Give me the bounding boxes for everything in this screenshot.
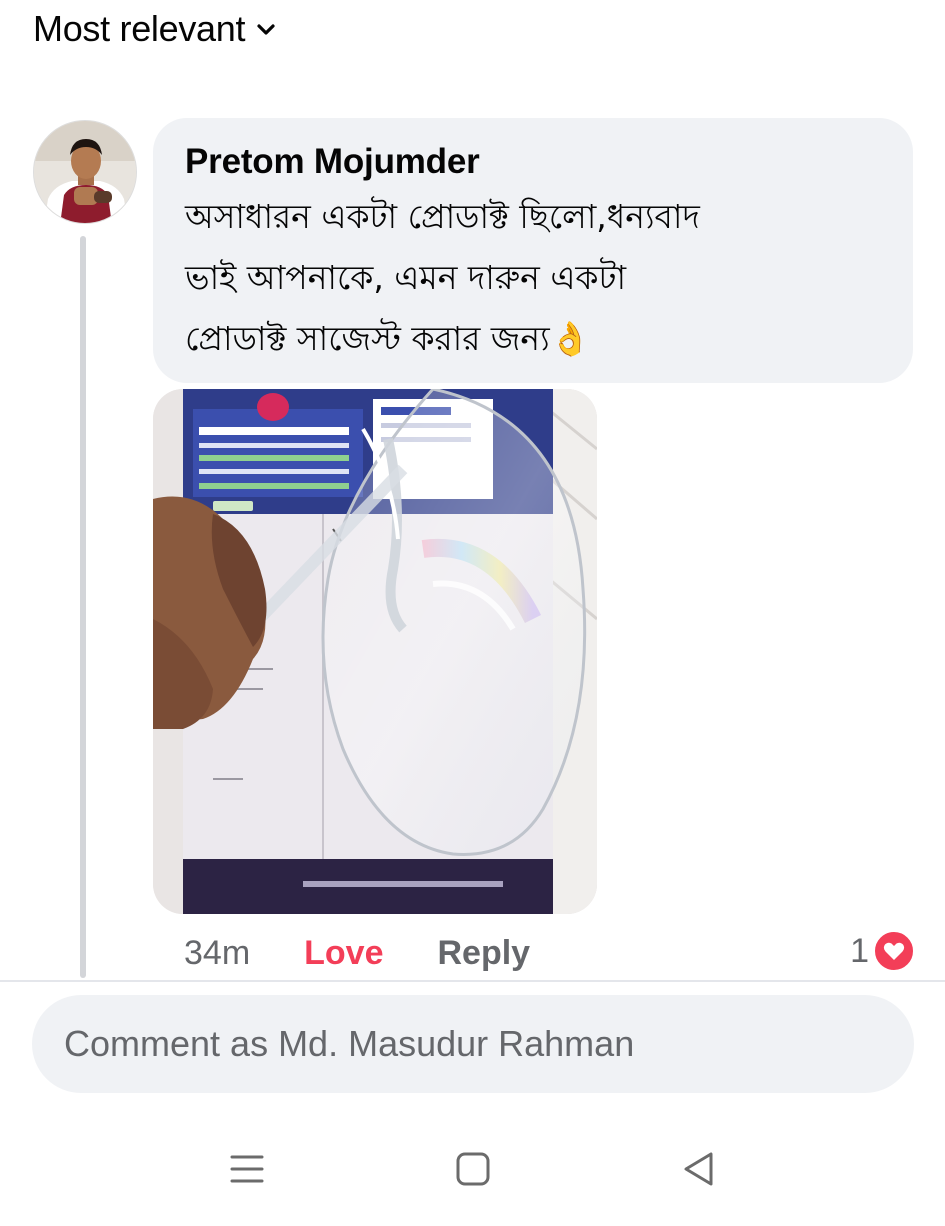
comment-timestamp[interactable]: 34m [184, 934, 250, 973]
comment-photo[interactable] [153, 389, 597, 914]
avatar[interactable] [33, 120, 137, 224]
avatar-photo [34, 121, 136, 223]
system-nav-bar [0, 1130, 945, 1206]
back-icon[interactable] [674, 1144, 724, 1194]
home-icon[interactable] [448, 1144, 498, 1194]
comment-input-placeholder: Comment as Md. Masudur Rahman [64, 1023, 635, 1064]
comment-text-line: অসাধারন একটা প্রোডাক্ট ছিলো,ধন্যবাদ [185, 197, 700, 236]
reply-button[interactable]: Reply [438, 934, 531, 973]
comment-bubble: Pretom Mojumder অসাধারন একটা প্রোডাক্ট ছ… [153, 118, 913, 383]
face-shield-photo [153, 389, 597, 914]
comment-actions: 34m Love Reply [184, 928, 530, 978]
comment-author[interactable]: Pretom Mojumder [185, 140, 883, 184]
divider [0, 980, 945, 982]
comment-text-line: প্রোডাক্ট সাজেস্ট করার জন্য👌 [185, 319, 591, 358]
love-button[interactable]: Love [304, 934, 383, 973]
heart-icon [873, 930, 915, 972]
comment-text: অসাধারন একটা প্রোডাক্ট ছিলো,ধন্যবাদ ভাই … [185, 186, 883, 369]
chevron-down-icon [257, 24, 275, 35]
recent-apps-icon[interactable] [222, 1144, 272, 1194]
comment-input[interactable]: Comment as Md. Masudur Rahman [32, 995, 914, 1093]
sort-dropdown[interactable]: Most relevant [33, 8, 277, 50]
thread-line [80, 236, 86, 978]
comment-text-line: ভাই আপনাকে, এমন দারুন একটা [185, 258, 627, 297]
reaction-count: 1 [850, 931, 869, 970]
sort-label: Most relevant [33, 8, 246, 49]
reaction-summary[interactable]: 1 [850, 930, 915, 972]
